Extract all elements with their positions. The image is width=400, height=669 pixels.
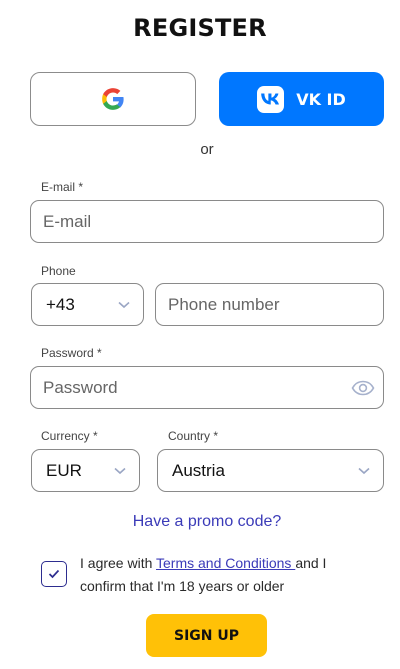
agreement-text: I agree with Terms and Conditions and I … — [80, 555, 327, 594]
currency-select[interactable]: EUR — [31, 449, 140, 492]
email-field-wrap — [30, 200, 384, 243]
currency-label: Currency * — [41, 429, 98, 443]
phone-code-value: +43 — [46, 294, 75, 314]
currency-value: EUR — [46, 460, 82, 480]
signup-button[interactable]: SIGN UP — [146, 614, 267, 657]
terms-link[interactable]: Terms and Conditions — [156, 555, 295, 571]
eye-icon[interactable] — [351, 376, 375, 400]
promo-code-link[interactable]: Have a promo code? — [0, 513, 400, 531]
chevron-down-icon — [113, 464, 127, 478]
phone-number-input[interactable] — [156, 284, 383, 325]
email-label: E-mail * — [41, 180, 84, 194]
password-field-wrap — [30, 366, 384, 409]
google-icon — [102, 88, 124, 110]
country-select[interactable]: Austria — [157, 449, 384, 492]
vk-id-button[interactable]: VK ID — [219, 72, 384, 126]
country-value: Austria — [172, 460, 225, 480]
google-signin-button[interactable] — [30, 72, 196, 126]
divider-or: or — [200, 141, 214, 158]
vk-id-label: VK ID — [296, 89, 346, 109]
vk-icon — [257, 85, 285, 113]
agree-checkbox[interactable] — [41, 561, 67, 587]
country-label: Country * — [168, 429, 219, 443]
chevron-down-icon — [357, 464, 371, 478]
phone-number-field-wrap — [155, 283, 384, 326]
password-input[interactable] — [31, 367, 351, 408]
page-title: REGISTER — [133, 14, 267, 42]
password-label: Password * — [41, 346, 102, 360]
phone-label: Phone — [41, 264, 76, 278]
phone-code-select[interactable]: +43 — [31, 283, 144, 326]
checkmark-icon — [48, 569, 60, 579]
email-input[interactable] — [31, 201, 383, 242]
chevron-down-icon — [117, 298, 131, 312]
